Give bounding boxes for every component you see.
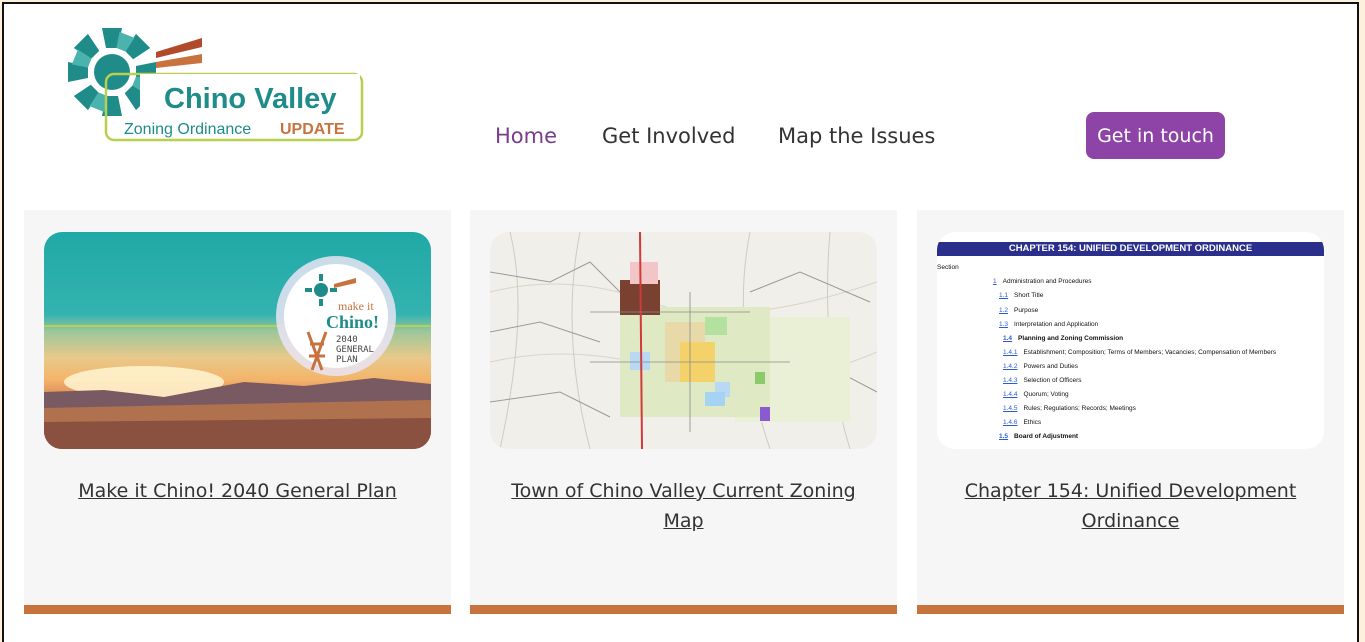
udo-link[interactable]: Chapter 154: Unified Development Ordinan… <box>947 476 1314 536</box>
page-frame: Chino Valley Zoning Ordinance UPDATE Hom… <box>2 2 1359 642</box>
udo-toc-text: Quorum; Voting <box>1023 391 1069 398</box>
udo-toc-entry: 1.4.3 Selection of Officers <box>1003 377 1082 384</box>
udo-toc-num: 1.4.3 <box>1003 377 1018 384</box>
udo-toc-num: 1.4 <box>1003 335 1013 342</box>
badge-line4: GENERAL <box>336 345 374 355</box>
nav-map-the-issues[interactable]: Map the Issues <box>778 124 935 148</box>
udo-section-label: Section <box>937 264 959 271</box>
udo-toc-entry: 1.3 Interpretation and Application <box>999 321 1098 328</box>
udo-toc-text: Planning and Zoning Commission <box>1018 335 1124 342</box>
zoning-map-image[interactable] <box>490 232 877 449</box>
udo-toc-entry: 1.4.1 Establishment; Composition; Terms o… <box>1003 349 1276 356</box>
udo-toc-num: 1.4.1 <box>1003 349 1018 356</box>
udo-document-image[interactable]: CHAPTER 154: UNIFIED DEVELOPMENT ORDINAN… <box>937 232 1324 449</box>
udo-toc-entry: 1.4.2 Powers and Duties <box>1003 363 1078 370</box>
get-in-touch-button[interactable]: Get in touch <box>1086 112 1225 159</box>
udo-toc-text: Administration and Procedures <box>1002 278 1092 285</box>
logo-graphic: Chino Valley Zoning Ordinance UPDATE <box>68 28 364 142</box>
badge-line3: 2040 <box>336 335 358 345</box>
card-accent-bar <box>917 605 1344 614</box>
udo-doc-title: CHAPTER 154: UNIFIED DEVELOPMENT ORDINAN… <box>937 242 1324 256</box>
udo-toc-entry: 1.1 Short Title <box>999 292 1043 299</box>
card-udo: CHAPTER 154: UNIFIED DEVELOPMENT ORDINAN… <box>917 210 1344 614</box>
card-accent-bar <box>470 605 897 614</box>
nav-get-involved[interactable]: Get Involved <box>602 124 735 148</box>
udo-toc-text: Short Title <box>1014 292 1044 299</box>
logo-tagline-emphasis: UPDATE <box>280 121 345 138</box>
sunset-illustration: make it Chino! 2040 GENERAL PLAN <box>44 232 431 449</box>
zoning-map-illustration <box>490 232 877 449</box>
udo-toc-entry: 1 Administration and Procedures <box>993 278 1092 285</box>
general-plan-link[interactable]: Make it Chino! 2040 General Plan <box>54 476 421 506</box>
udo-toc-text: Establishment; Composition; Terms of Mem… <box>1023 349 1277 356</box>
general-plan-image[interactable]: make it Chino! 2040 GENERAL PLAN <box>44 232 431 449</box>
udo-toc-num: 1.4.6 <box>1003 419 1018 426</box>
udo-toc-num: 1 <box>993 278 997 285</box>
udo-toc-text: Ethics <box>1023 419 1042 426</box>
site-logo[interactable]: Chino Valley Zoning Ordinance UPDATE <box>60 22 370 147</box>
udo-toc-num: 1.4.2 <box>1003 363 1018 370</box>
badge-line2: Chino! <box>326 312 379 332</box>
udo-toc-num: 1.1 <box>999 292 1009 299</box>
logo-tagline: Zoning Ordinance <box>124 121 251 138</box>
udo-toc-text: Purpose <box>1014 307 1039 314</box>
udo-toc-text: Rules; Regulations; Records; Meetings <box>1023 405 1136 412</box>
udo-toc-text: Selection of Officers <box>1023 377 1082 384</box>
udo-toc-entry: 1.4.6 Ethics <box>1003 419 1041 426</box>
card-general-plan: make it Chino! 2040 GENERAL PLAN Make it… <box>24 210 451 614</box>
udo-toc-entry: 1.4.5 Rules; Regulations; Records; Meetin… <box>1003 405 1136 412</box>
udo-toc-num: 1.4.5 <box>1003 405 1018 412</box>
logo-brand-text: Chino Valley <box>164 83 336 115</box>
udo-toc-entry: 1.5 Board of Adjustment <box>999 433 1078 440</box>
udo-toc-text: Board of Adjustment <box>1014 433 1079 440</box>
udo-toc-num: 1.3 <box>999 321 1009 328</box>
badge-line1: make it <box>338 299 374 313</box>
udo-toc-text: Powers and Duties <box>1023 363 1079 370</box>
card-zoning-map: Town of Chino Valley Current Zoning Map <box>470 210 897 614</box>
card-accent-bar <box>24 605 451 614</box>
udo-toc-num: 1.4.4 <box>1003 391 1018 398</box>
udo-toc-num: 1.2 <box>999 307 1009 314</box>
zoning-map-link[interactable]: Town of Chino Valley Current Zoning Map <box>500 476 867 536</box>
nav-home[interactable]: Home <box>495 124 557 148</box>
udo-toc-entry: 1.4.4 Quorum; Voting <box>1003 391 1069 398</box>
udo-toc-entry: 1.2 Purpose <box>999 307 1038 314</box>
udo-toc-num: 1.5 <box>999 433 1009 440</box>
udo-toc-entry: 1.4 Planning and Zoning Commission <box>1003 335 1123 342</box>
badge-line5: PLAN <box>336 355 358 365</box>
udo-toc-text: Interpretation and Application <box>1014 321 1099 328</box>
